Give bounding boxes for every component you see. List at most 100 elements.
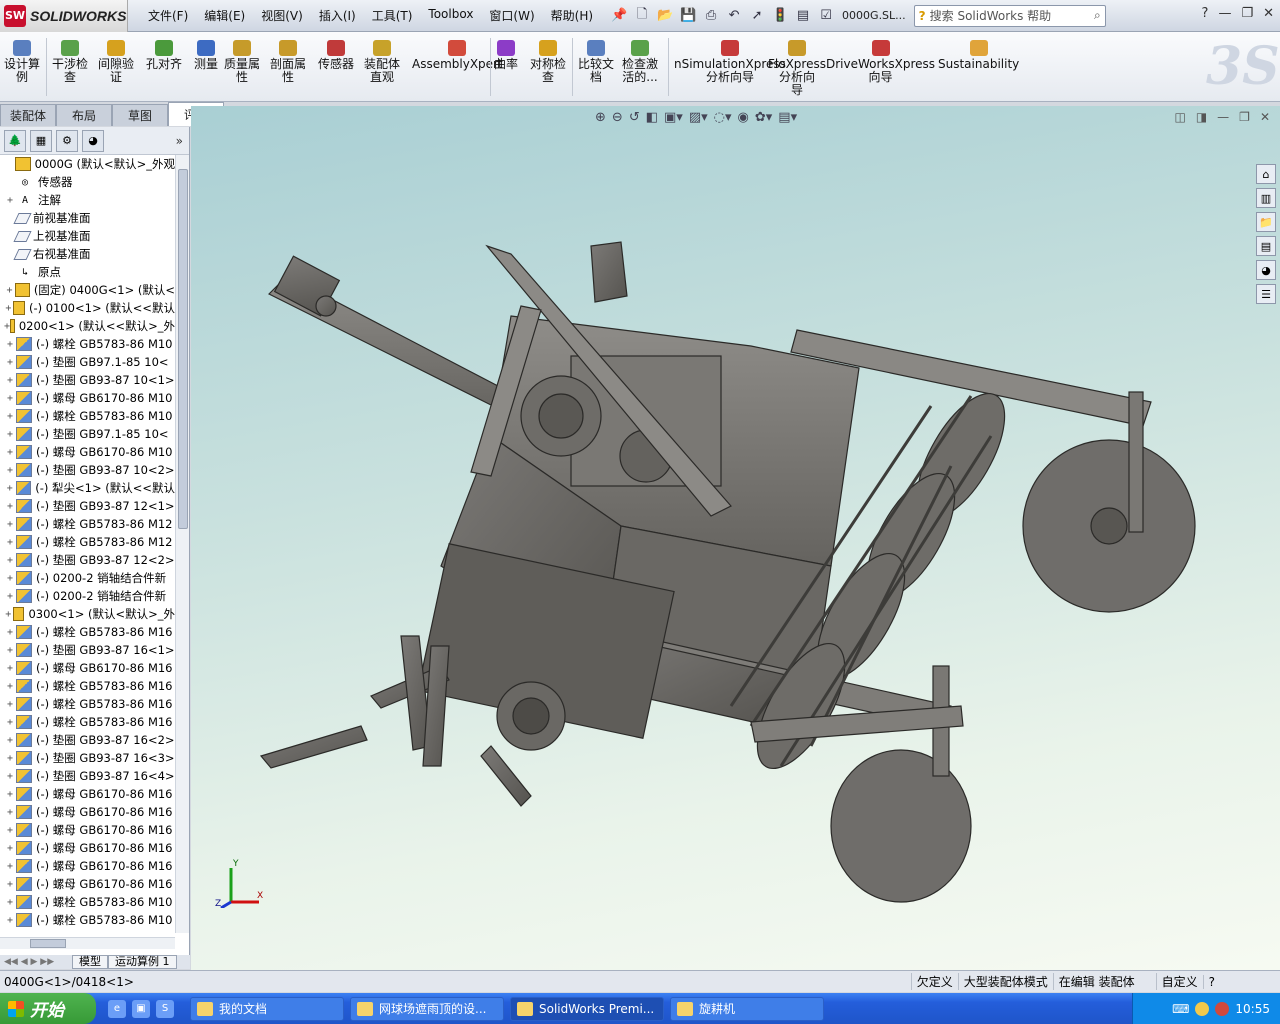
command-button-3[interactable]: 孔对齐: [146, 40, 182, 71]
tree-vertical-scrollbar[interactable]: [175, 155, 189, 933]
menu-item-2[interactable]: 视图(V): [253, 7, 311, 24]
menu-item-7[interactable]: 帮助(H): [543, 7, 601, 24]
open-folder-icon[interactable]: 📂: [655, 6, 675, 26]
command-button-13[interactable]: 检查激 活的...: [622, 40, 658, 84]
tree-row[interactable]: + (-) 垫圈 GB93-87 10<1>: [0, 371, 175, 389]
command-button-12[interactable]: 比较文 档: [578, 40, 614, 84]
command-button-5[interactable]: 质量属 性: [224, 40, 260, 84]
desktop-icon[interactable]: ▣: [132, 999, 150, 1018]
tree-row[interactable]: 上视基准面: [0, 227, 175, 245]
expand-toggle-icon[interactable]: +: [4, 555, 16, 566]
taskbar-button-3[interactable]: 旋耕机: [670, 996, 824, 1021]
tree-row[interactable]: 前视基准面: [0, 209, 175, 227]
tree-row[interactable]: + (-) 垫圈 GB93-87 16<4>: [0, 767, 175, 785]
tree-row[interactable]: + (-) 垫圈 GB97.1-85 10<: [0, 353, 175, 371]
command-button-2[interactable]: 间隙验 证: [98, 40, 134, 84]
expand-toggle-icon[interactable]: +: [4, 375, 16, 386]
command-button-11[interactable]: 对称检 查: [530, 40, 566, 84]
expand-toggle-icon[interactable]: +: [4, 285, 15, 296]
help-menu-icon[interactable]: ?: [1202, 6, 1209, 21]
expand-panel-icon[interactable]: »: [176, 134, 183, 148]
menu-item-6[interactable]: 窗口(W): [481, 7, 542, 24]
tree-row[interactable]: + (-) 垫圈 GB93-87 16<3>: [0, 749, 175, 767]
expand-toggle-icon[interactable]: +: [4, 771, 16, 782]
expand-toggle-icon[interactable]: +: [4, 519, 16, 530]
command-button-0[interactable]: 设计算 例: [4, 40, 40, 84]
expand-toggle-icon[interactable]: +: [4, 357, 16, 368]
tree-row[interactable]: + (-) 螺母 GB6170-86 M10: [0, 389, 175, 407]
tree-row[interactable]: + (-) 垫圈 GB93-87 16<2>: [0, 731, 175, 749]
tab-1[interactable]: 布局: [56, 104, 112, 126]
tree-row[interactable]: + A 注解: [0, 191, 175, 209]
graphics-viewport[interactable]: ⊕ ⊖ ↺ ◧ ▣▾ ▨▾ ◌▾ ◉ ✿▾ ▤▾ ◫ ◨ — ❐ ✕ ⌂ ▥ 📁…: [191, 106, 1280, 970]
tree-row[interactable]: + (-) 螺母 GB6170-86 M16: [0, 803, 175, 821]
expand-toggle-icon[interactable]: +: [4, 861, 16, 872]
taskbar-button-1[interactable]: 网球场遮雨顶的设...: [350, 996, 504, 1021]
tree-row[interactable]: + (-) 螺栓 GB5783-86 M10: [0, 335, 175, 353]
expand-toggle-icon[interactable]: +: [4, 195, 16, 206]
viewport-close-icon[interactable]: ✕: [1260, 110, 1270, 124]
expand-toggle-icon[interactable]: +: [4, 807, 16, 818]
design-library-icon[interactable]: ▥: [1256, 188, 1276, 208]
file-explorer-icon[interactable]: 📁: [1256, 212, 1276, 232]
scroll-thumb[interactable]: [30, 939, 66, 948]
expand-toggle-icon[interactable]: +: [4, 825, 16, 836]
tree-horizontal-scrollbar[interactable]: [0, 937, 175, 949]
command-button-1[interactable]: 干涉检 查: [52, 40, 88, 84]
tree-row[interactable]: + (-) 垫圈 GB93-87 12<2>: [0, 551, 175, 569]
tree-row[interactable]: + (-) 螺母 GB6170-86 M16: [0, 839, 175, 857]
menu-item-1[interactable]: 编辑(E): [196, 7, 253, 24]
command-button-15[interactable]: FloXpress 分析向 导: [768, 40, 826, 97]
network-icon[interactable]: [1195, 1001, 1210, 1016]
expand-toggle-icon[interactable]: +: [4, 879, 16, 890]
tree-row[interactable]: + (-) 螺母 GB6170-86 M16: [0, 659, 175, 677]
status-help-icon[interactable]: ?: [1202, 974, 1220, 989]
keyboard-icon[interactable]: ⌨: [1172, 1002, 1189, 1016]
expand-toggle-icon[interactable]: +: [4, 609, 13, 620]
expand-toggle-icon[interactable]: +: [4, 897, 16, 908]
expand-toggle-icon[interactable]: +: [4, 681, 16, 692]
tree-row[interactable]: 0000G (默认<默认>_外观: [0, 155, 175, 173]
tree-row[interactable]: + (-) 垫圈 GB93-87 12<1>: [0, 497, 175, 515]
tree-row[interactable]: + (-) 螺母 GB6170-86 M16: [0, 857, 175, 875]
select-arrow-icon[interactable]: ➚: [747, 6, 767, 26]
command-button-4[interactable]: 测量: [194, 40, 218, 71]
expand-toggle-icon[interactable]: +: [4, 591, 16, 602]
tree-row[interactable]: ↳ 原点: [0, 263, 175, 281]
tree-row[interactable]: + (-) 螺栓 GB5783-86 M10: [0, 893, 175, 911]
start-button[interactable]: 开始: [0, 993, 96, 1024]
appearances-icon[interactable]: ◕: [1256, 260, 1276, 280]
expand-toggle-icon[interactable]: +: [4, 411, 16, 422]
tree-row[interactable]: + (-) 0200-2 销轴结合件新: [0, 587, 175, 605]
tree-row[interactable]: 右视基准面: [0, 245, 175, 263]
command-button-17[interactable]: Sustainability: [938, 40, 1019, 71]
expand-toggle-icon[interactable]: +: [4, 429, 16, 440]
expand-toggle-icon[interactable]: +: [4, 465, 16, 476]
tab-navigation-arrows[interactable]: ◀◀ ◀ ▶ ▶▶: [0, 957, 72, 967]
clock[interactable]: 10:55: [1235, 1002, 1270, 1016]
expand-toggle-icon[interactable]: +: [4, 843, 16, 854]
tab-2[interactable]: 草图: [112, 104, 168, 126]
menu-item-5[interactable]: Toolbox: [420, 7, 481, 24]
expand-toggle-icon[interactable]: +: [4, 699, 16, 710]
ie-icon[interactable]: e: [108, 999, 126, 1018]
solidworks-launch-icon[interactable]: S: [156, 999, 174, 1018]
expand-toggle-icon[interactable]: +: [4, 753, 16, 764]
options-icon[interactable]: ☑: [816, 6, 836, 26]
rebuild-traffic-light-icon[interactable]: 🚦: [770, 6, 790, 26]
expand-toggle-icon[interactable]: +: [4, 483, 16, 494]
custom-properties-icon[interactable]: ☰: [1256, 284, 1276, 304]
tree-row[interactable]: + (-) 螺栓 GB5783-86 M16: [0, 713, 175, 731]
tree-row[interactable]: + (-) 螺母 GB6170-86 M10: [0, 443, 175, 461]
new-document-icon[interactable]: 🗋: [632, 6, 652, 26]
tree-row[interactable]: +0200<1> (默认<<默认>_外: [0, 317, 175, 335]
taskbar-button-0[interactable]: 我的文档: [190, 996, 344, 1021]
menu-item-4[interactable]: 工具(T): [364, 7, 421, 24]
tree-row[interactable]: + (-) 螺栓 GB5783-86 M12: [0, 533, 175, 551]
close-icon[interactable]: ✕: [1263, 6, 1274, 21]
scroll-thumb[interactable]: [178, 169, 188, 529]
expand-toggle-icon[interactable]: +: [4, 537, 16, 548]
expand-toggle-icon[interactable]: +: [4, 447, 16, 458]
expand-toggle-icon[interactable]: +: [4, 735, 16, 746]
expand-toggle-icon[interactable]: +: [4, 393, 16, 404]
